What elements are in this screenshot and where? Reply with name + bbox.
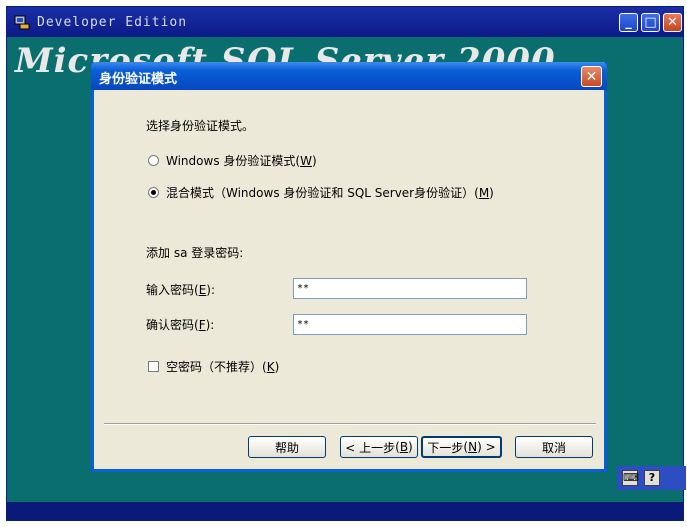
app-icon (14, 15, 30, 30)
mixed-mode-label[interactable]: 混合模式（Windows 身份验证和 SQL Server身份验证）(M) (166, 184, 494, 201)
keyboard-icon[interactable]: ⌨ (622, 470, 639, 486)
blank-password-checkbox[interactable] (148, 361, 159, 372)
cancel-button[interactable]: 取消 (515, 436, 593, 458)
close-button[interactable]: ✕ (663, 13, 682, 32)
button-divider (104, 423, 596, 425)
auth-mode-prompt: 选择身份验证模式。 (146, 119, 255, 133)
minimize-button[interactable]: _ (619, 13, 638, 32)
password-input[interactable] (293, 278, 527, 299)
sa-password-heading: 添加 sa 登录密码: (146, 246, 244, 260)
confirm-password-input[interactable] (293, 314, 527, 335)
windows-auth-label[interactable]: Windows 身份验证模式(W) (166, 152, 317, 169)
window-bottom-strip (7, 502, 683, 520)
back-button[interactable]: < 上一步(B) (340, 436, 418, 458)
mixed-mode-radio[interactable] (148, 187, 159, 198)
next-button[interactable]: 下一步(N) > (421, 436, 502, 458)
help-button[interactable]: 帮助 (248, 436, 326, 458)
password-label: 输入密码(E): (146, 283, 216, 297)
dialog-title: 身份验证模式 (99, 72, 178, 87)
dialog-close-button[interactable]: ✕ (581, 66, 602, 87)
dialog-titlebar[interactable]: 身份验证模式 ✕ (91, 62, 607, 90)
confirm-password-label: 确认密码(F): (146, 318, 215, 332)
maximize-button[interactable]: □ (641, 13, 660, 32)
blank-password-label[interactable]: 空密码（不推荐）(K) (166, 358, 279, 375)
windows-auth-radio[interactable] (148, 155, 159, 166)
help-icon[interactable]: ? (644, 470, 660, 486)
setup-window-titlebar[interactable]: Developer Edition _ □ ✕ (7, 7, 683, 37)
window-title: Developer Edition (37, 15, 188, 30)
taskbar-tray: ⌨ ? (617, 466, 686, 490)
auth-mode-dialog: 身份验证模式 ✕ 选择身份验证模式。 Windows 身份验证模式(W) 混合模… (91, 62, 607, 472)
